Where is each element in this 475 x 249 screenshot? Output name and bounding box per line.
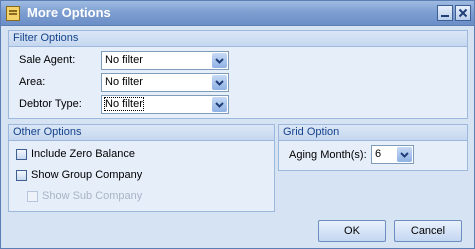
ok-button[interactable]: OK [318,220,386,242]
minimize-button[interactable] [437,5,453,21]
filter-options-header: Filter Options [9,31,467,47]
more-options-dialog: More Options Filter Options Sale Agent: … [0,0,475,249]
area-label: Area: [19,76,46,88]
filter-options-title: Filter Options [13,32,79,44]
sale-agent-select[interactable]: No filter [101,51,229,70]
minimize-icon [441,15,449,17]
aging-months-select[interactable]: 6 [371,145,414,164]
aging-months-value: 6 [375,148,382,160]
other-options-group: Other Options Include Zero Balance Show … [8,124,275,212]
area-value: No filter [105,76,143,88]
sale-agent-label: Sale Agent: [19,54,76,66]
debtor-type-select[interactable]: No filter [101,95,229,114]
window-app-icon [6,6,20,21]
show-sub-company-checkbox [27,191,38,202]
sale-agent-value: No filter [105,54,143,66]
grid-option-title: Grid Option [283,126,340,138]
other-options-header: Other Options [9,125,274,141]
chevron-down-icon[interactable] [212,97,227,112]
filter-options-group: Filter Options Sale Agent: No filter Are… [8,30,468,119]
window-title: More Options [27,5,111,20]
include-zero-balance-label[interactable]: Include Zero Balance [31,148,135,160]
debtor-type-value: No filter [104,97,144,111]
chevron-down-icon[interactable] [212,75,227,90]
include-zero-balance-checkbox[interactable] [16,149,27,160]
aging-months-label: Aging Month(s): [289,149,367,161]
chevron-down-icon[interactable] [397,147,412,162]
other-options-title: Other Options [13,126,82,138]
cancel-button[interactable]: Cancel [394,220,462,242]
area-select[interactable]: No filter [101,73,229,92]
grid-option-group: Grid Option Aging Month(s): 6 [278,124,468,171]
show-group-company-label[interactable]: Show Group Company [31,169,142,181]
debtor-type-label: Debtor Type: [19,98,82,110]
show-sub-company-label: Show Sub Company [42,190,143,202]
chevron-down-icon[interactable] [212,53,227,68]
close-button[interactable] [455,5,471,21]
title-bar: More Options [1,1,474,26]
grid-option-header: Grid Option [279,125,467,141]
show-group-company-checkbox[interactable] [16,170,27,181]
close-icon [458,8,468,18]
